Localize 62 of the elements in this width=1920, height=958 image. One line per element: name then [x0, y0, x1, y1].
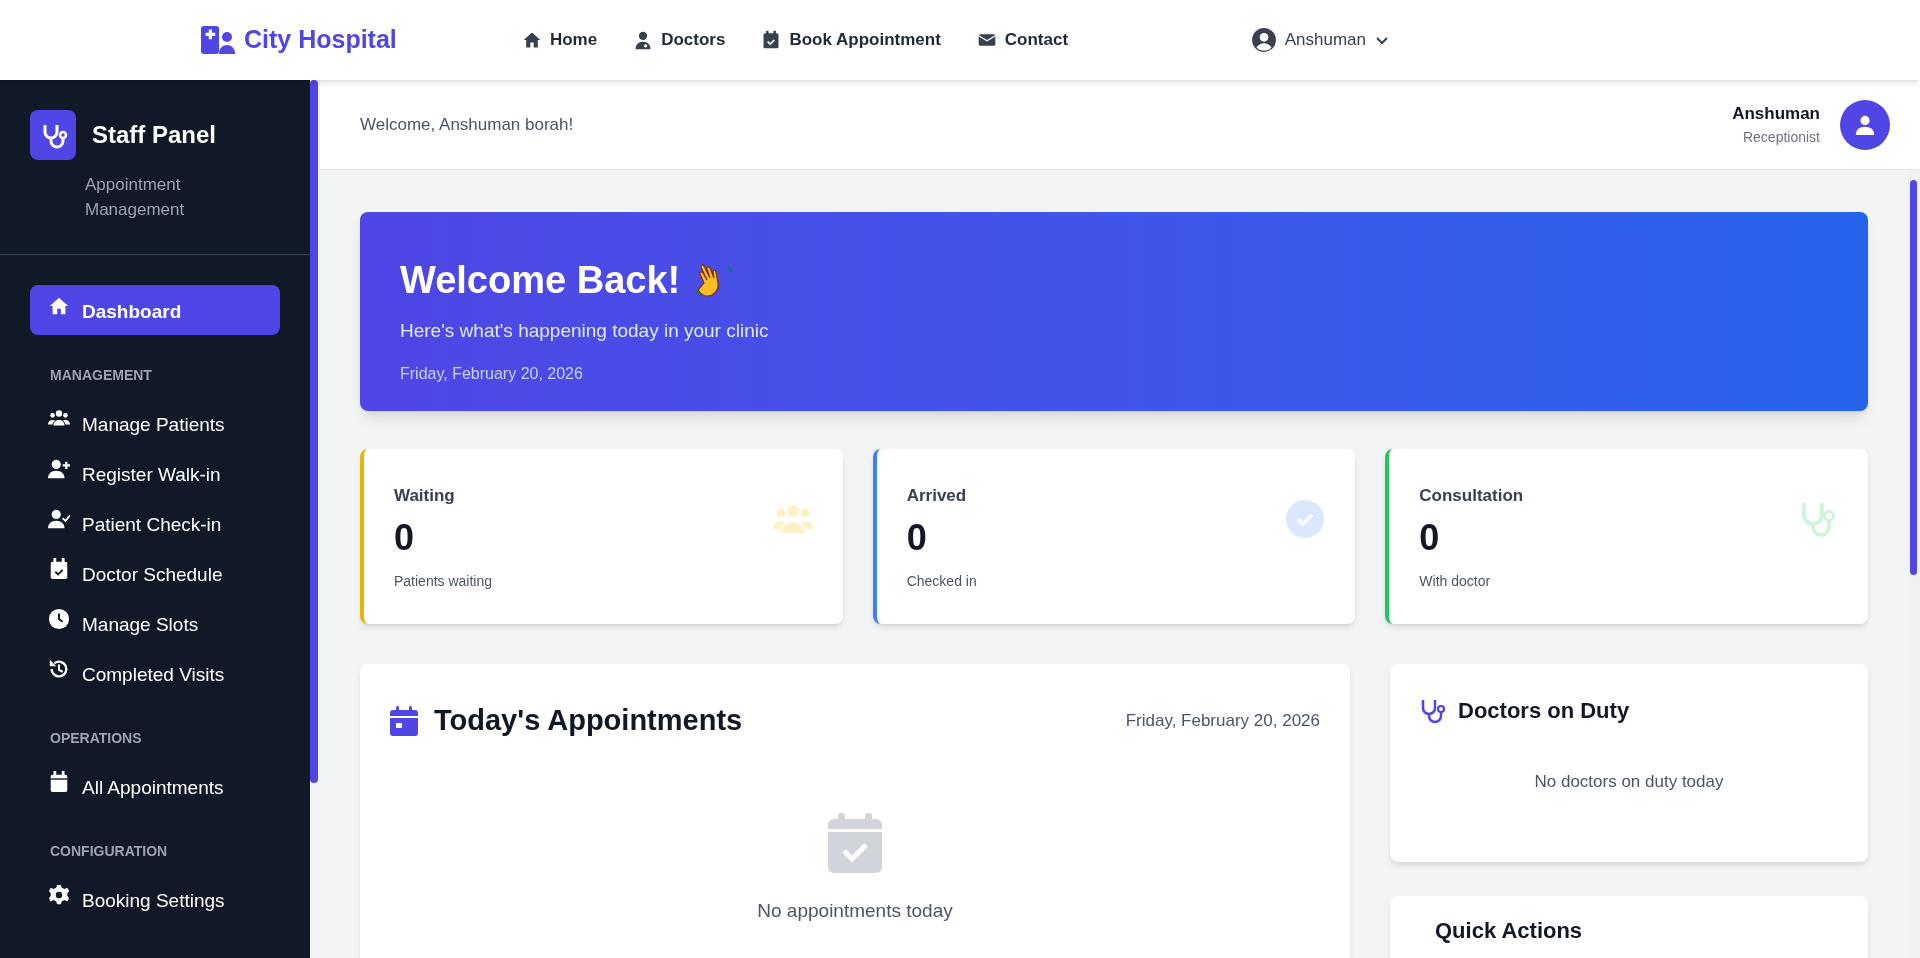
sidebar-item[interactable]: Completed Visits [30, 648, 280, 698]
user-check-icon [48, 508, 70, 530]
sidebar-item[interactable]: Doctor Schedule [30, 548, 280, 598]
sidebar-item[interactable]: Manage Patients [30, 398, 280, 448]
nav-link[interactable]: Home [521, 27, 598, 53]
nav-link[interactable]: Doctors [633, 27, 726, 53]
section-heading: MANAGEMENT [49, 366, 153, 385]
nav-link[interactable]: Book Appointment [761, 27, 941, 53]
banner-date: Friday, February 20, 2026 [400, 363, 584, 384]
clock-icon [48, 608, 70, 630]
sidebar-item[interactable]: Manage Slots [30, 598, 280, 648]
banner-title: Welcome Back! [400, 258, 681, 303]
user-role: Receptionist [1742, 127, 1820, 147]
user-circle-icon [1250, 27, 1277, 53]
stat-label: Waiting [394, 485, 456, 507]
stat-caption: Patients waiting [394, 571, 494, 591]
card-title: Today's Appointments [434, 703, 743, 738]
stat-caption: With doctor [1419, 571, 1492, 591]
user-menu-button[interactable]: Anshuman [1250, 27, 1390, 53]
user-icon [1854, 113, 1876, 136]
avatar[interactable] [1840, 99, 1890, 150]
stat-value: 0 [906, 515, 928, 560]
calendar-check-icon [48, 558, 70, 580]
calendar-check-icon [828, 812, 882, 873]
nav-link[interactable]: Contact [976, 27, 1069, 53]
empty-message: No appointments today [757, 898, 953, 923]
calendar-check-icon [761, 30, 782, 50]
banner-subtitle: Here's what's happening today in your clinic [400, 319, 770, 343]
stat-label: Arrived [906, 485, 968, 507]
card-title: Quick Actions [1435, 918, 1583, 943]
sidebar-item[interactable]: Patient Check-in [30, 498, 280, 548]
section-heading: CONFIGURATION [49, 842, 169, 861]
scrollbar[interactable] [1910, 180, 1917, 575]
scrollbar[interactable] [310, 80, 318, 783]
stat-value: 0 [1419, 515, 1441, 560]
welcome-text: Welcome, Anshuman borah! [360, 113, 574, 136]
home-icon [521, 30, 542, 50]
settings-icon [48, 884, 70, 906]
user-plus-icon [48, 458, 70, 480]
brand-name[interactable]: City Hospital [244, 21, 397, 59]
empty-message: No doctors on duty today [1534, 772, 1724, 791]
hospital-logo-icon [200, 25, 236, 55]
calendar-icon [390, 705, 418, 736]
home-icon [48, 295, 70, 317]
stat-caption: Checked in [906, 571, 978, 591]
stethoscope-logo-icon [30, 110, 76, 160]
sidebar-item[interactable]: Dashboard [30, 285, 280, 335]
sidebar-item[interactable]: Booking Settings [30, 874, 280, 924]
card-title: Doctors on Duty [1458, 697, 1630, 725]
stethoscope-icon [1420, 697, 1446, 724]
sidebar-item[interactable]: Register Walk-in [30, 448, 280, 498]
appointments-date: Friday, February 20, 2026 [1125, 710, 1320, 732]
history-icon [48, 658, 70, 680]
sidebar-item[interactable]: All Appointments [30, 761, 280, 811]
panel-title: Staff Panel [92, 120, 217, 150]
stat-value: 0 [394, 515, 416, 560]
panel-subtitle: Appointment Management [85, 174, 186, 221]
section-heading: OPERATIONS [49, 729, 143, 748]
check-circle-icon [1285, 499, 1326, 539]
stat-label: Consultation [1419, 485, 1525, 507]
calendar-icon [48, 771, 70, 793]
user-name: Anshuman [1732, 103, 1820, 126]
